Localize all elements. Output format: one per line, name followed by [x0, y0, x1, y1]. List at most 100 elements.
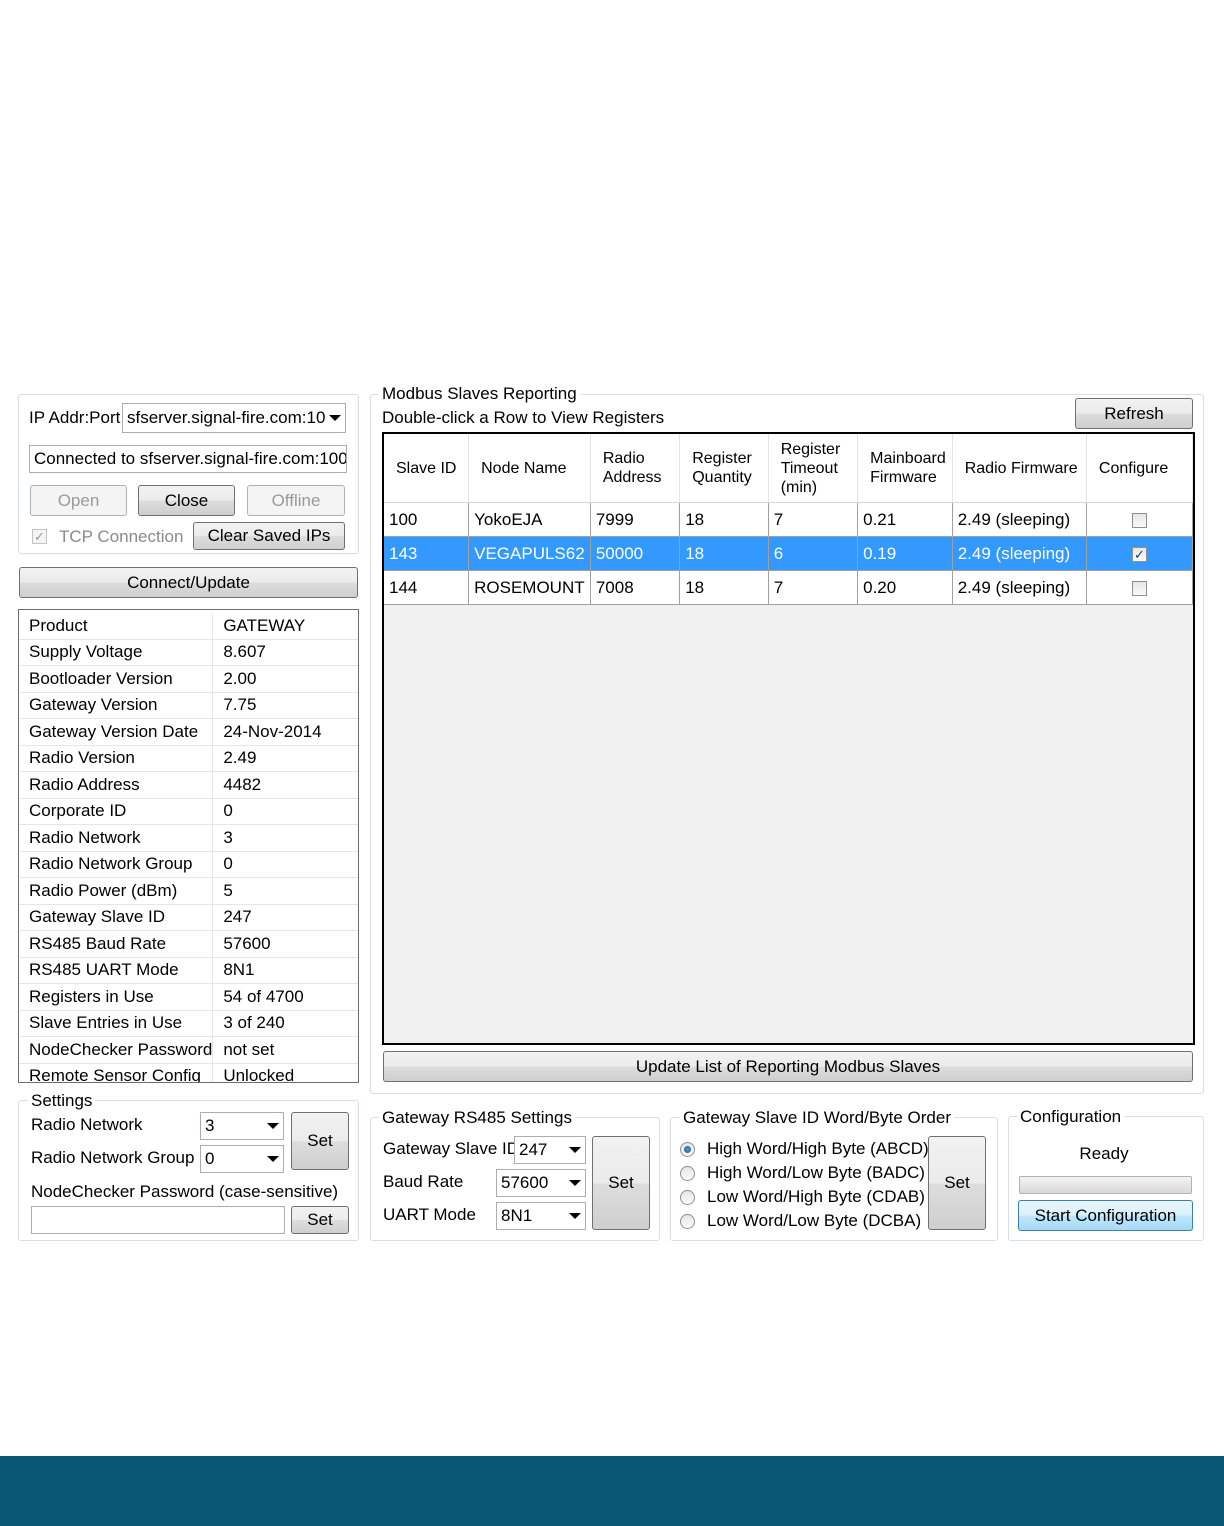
byte-order-radio[interactable]: [680, 1190, 695, 1205]
info-key: Radio Power (dBm): [19, 877, 214, 905]
radio-network-combo[interactable]: 3: [200, 1112, 284, 1140]
slave-cell-qty: 18: [679, 502, 769, 537]
uart-mode-label: UART Mode: [383, 1205, 476, 1224]
configure-checkbox[interactable]: ✓: [1131, 546, 1147, 562]
byte-order-option-label[interactable]: High Word/Low Byte (BADC): [707, 1162, 925, 1184]
start-configuration-button[interactable]: Start Configuration: [1018, 1200, 1193, 1231]
configuration-status: Ready: [1079, 1144, 1129, 1163]
byte-order-radio[interactable]: [680, 1166, 695, 1181]
info-row: NodeChecker Password not set: [19, 1036, 358, 1064]
info-row: Gateway Version 7.75: [19, 692, 358, 719]
chevron-down-icon[interactable]: [569, 1180, 581, 1186]
grid-column-header[interactable]: Radio Address: [590, 434, 681, 503]
grid-column-header[interactable]: Register Timeout (min): [768, 434, 859, 503]
configure-checkbox[interactable]: [1131, 580, 1147, 596]
info-value: Unlocked: [212, 1063, 358, 1082]
password-set-button[interactable]: Set: [291, 1206, 349, 1234]
info-value: 0: [212, 851, 358, 878]
settings-title: Settings: [28, 1091, 96, 1111]
clear-saved-ips-button[interactable]: Clear Saved IPs: [193, 522, 345, 550]
chevron-down-icon[interactable]: [569, 1147, 581, 1153]
info-value: 8N1: [212, 957, 358, 984]
info-row: Slave Entries in Use 3 of 240: [19, 1010, 358, 1037]
grid-column-header[interactable]: Mainboard Firmware: [857, 434, 953, 503]
grid-column-header[interactable]: Radio Firmware: [952, 434, 1087, 503]
info-value: 8.607: [212, 639, 358, 666]
grid-column-header[interactable]: Node Name: [468, 434, 591, 503]
slave-cell-addr: 7999: [590, 502, 681, 537]
radio-network-group-combo[interactable]: 0: [200, 1145, 284, 1173]
slave-row[interactable]: 143 VEGAPULS62 50000 18 6 0.19 2.49 (sleeping)…: [384, 536, 1193, 571]
byte-order-set-button[interactable]: Set: [928, 1136, 986, 1230]
info-key: Radio Version: [19, 745, 214, 772]
slave-cell-mb_fw: 0.19: [857, 536, 953, 571]
configure-checkbox[interactable]: [1131, 512, 1147, 528]
info-value: 3: [212, 824, 358, 852]
byte-order-radio[interactable]: [680, 1142, 695, 1157]
footer-band: [0, 1456, 1224, 1526]
slave-cell-name: ROSEMOUNT: [468, 570, 591, 605]
info-row: Remote Sensor Config Unlocked: [19, 1063, 358, 1082]
slave-row[interactable]: 144 ROSEMOUNT 7008 18 7 0.20 2.49 (sleeping): [384, 570, 1193, 605]
info-row: Radio Network 3: [19, 824, 358, 852]
radio-settings-set-button[interactable]: Set: [291, 1112, 349, 1170]
gateway-slave-id-value: 247: [519, 1140, 548, 1159]
info-value: 7.75: [212, 692, 358, 719]
grid-column-header[interactable]: Configure: [1086, 434, 1193, 503]
chevron-down-icon[interactable]: [329, 415, 341, 421]
radio-network-value: 3: [205, 1116, 215, 1135]
rs485-set-button[interactable]: Set: [592, 1136, 650, 1230]
info-value: 54 of 4700: [212, 983, 358, 1011]
gateway-slave-id-combo[interactable]: 247: [514, 1136, 586, 1164]
slave-cell-configure: [1086, 502, 1193, 537]
connect-update-button[interactable]: Connect/Update: [19, 567, 358, 598]
info-row: Gateway Slave ID 247: [19, 904, 358, 931]
grid-column-header[interactable]: Slave ID: [384, 434, 470, 503]
radio-network-label: Radio Network: [31, 1115, 143, 1134]
close-button[interactable]: Close: [138, 485, 235, 516]
info-row: Bootloader Version 2.00: [19, 665, 358, 693]
slave-cell-radio_fw: 2.49 (sleeping): [952, 536, 1087, 571]
uart-mode-combo[interactable]: 8N1: [496, 1202, 586, 1230]
slave-cell-mb_fw: 0.21: [857, 502, 953, 537]
info-value: 2.49: [212, 745, 358, 772]
ip-address-combo[interactable]: sfserver.signal-fire.com:10002: [122, 403, 346, 433]
info-value: not set: [212, 1036, 358, 1064]
slave-cell-radio_fw: 2.49 (sleeping): [952, 570, 1087, 605]
slave-cell-configure: ✓: [1086, 536, 1193, 571]
tcp-connection-checkbox[interactable]: ✓: [32, 529, 47, 544]
slave-cell-name: YokoEJA: [468, 502, 591, 537]
info-key: RS485 UART Mode: [19, 957, 214, 984]
info-key: Supply Voltage: [19, 639, 214, 666]
baud-rate-combo[interactable]: 57600: [496, 1169, 586, 1197]
nodechecker-password-input[interactable]: [31, 1206, 285, 1234]
chevron-down-icon[interactable]: [267, 1156, 279, 1162]
info-key: RS485 Baud Rate: [19, 930, 214, 958]
byte-order-option-label[interactable]: Low Word/High Byte (CDAB): [707, 1186, 925, 1208]
slave-cell-qty: 18: [679, 536, 769, 571]
offline-button[interactable]: Offline: [247, 485, 345, 516]
info-row: Registers in Use 54 of 4700: [19, 983, 358, 1011]
info-key: Slave Entries in Use: [19, 1010, 214, 1037]
byte-order-option-label[interactable]: High Word/High Byte (ABCD): [707, 1138, 929, 1160]
ip-address-value: sfserver.signal-fire.com:10002: [127, 408, 325, 427]
chevron-down-icon[interactable]: [569, 1213, 581, 1219]
update-slaves-button[interactable]: Update List of Reporting Modbus Slaves: [383, 1051, 1193, 1082]
slave-cell-timeout: 6: [768, 536, 859, 571]
info-row: Gateway Version Date 24-Nov-2014: [19, 718, 358, 746]
grid-column-header[interactable]: Register Quantity: [679, 434, 769, 503]
slaves-grid: Slave ID Node Name Radio Address Register Q…: [384, 434, 1193, 605]
info-key: Radio Address: [19, 771, 214, 799]
refresh-button[interactable]: Refresh: [1075, 398, 1193, 429]
open-button[interactable]: Open: [30, 485, 127, 516]
info-key: Corporate ID: [19, 798, 214, 825]
chevron-down-icon[interactable]: [267, 1123, 279, 1129]
info-key: Gateway Version: [19, 692, 214, 719]
info-key: Product: [19, 613, 214, 640]
info-value: 4482: [212, 771, 358, 799]
info-key: Radio Network: [19, 824, 214, 852]
byte-order-radio[interactable]: [680, 1214, 695, 1229]
slave-row[interactable]: 100 YokoEJA 7999 18 7 0.21 2.49 (sleeping): [384, 502, 1193, 537]
slave-cell-mb_fw: 0.20: [857, 570, 953, 605]
byte-order-option-label[interactable]: Low Word/Low Byte (DCBA): [707, 1210, 921, 1232]
